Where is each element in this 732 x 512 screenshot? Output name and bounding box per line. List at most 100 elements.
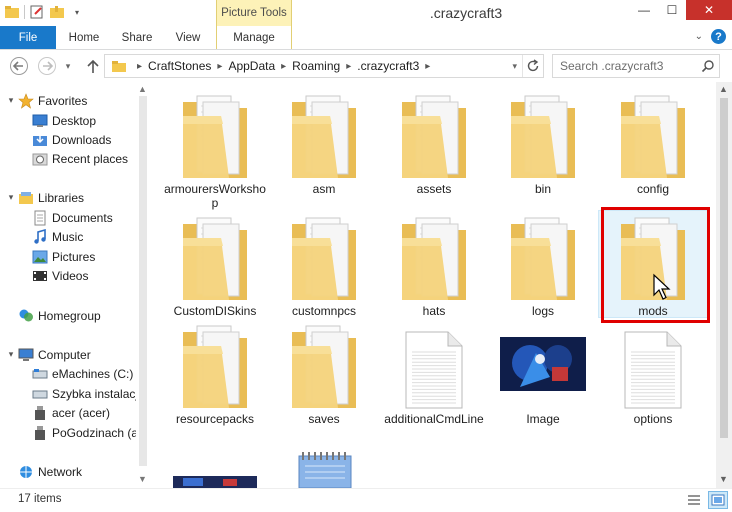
folder-item[interactable]: CustomDISkins — [162, 210, 268, 318]
nav-item-music[interactable]: Music — [32, 227, 83, 246]
breadcrumb-crazycraft3[interactable]: .crazycraft3 — [357, 59, 419, 73]
computer-icon — [18, 347, 34, 363]
tab-view[interactable]: View — [164, 26, 212, 49]
tab-manage[interactable]: Manage — [216, 26, 292, 49]
nav-item-drive-c[interactable]: eMachines (C:) — [32, 364, 133, 383]
search-input[interactable]: Search .crazycraft3 — [552, 54, 720, 78]
back-button[interactable] — [8, 55, 30, 77]
folder-icon — [162, 210, 268, 302]
status-bar: 17 items — [0, 488, 732, 512]
nav-item-drive-pogodzinach[interactable]: PoGodzinach (ac — [32, 423, 144, 442]
chevron-down-icon[interactable]: ▾ — [6, 190, 16, 206]
breadcrumb-roaming[interactable]: Roaming — [292, 59, 340, 73]
forward-button[interactable] — [36, 55, 58, 77]
scroll-up-icon[interactable]: ▲ — [719, 84, 728, 94]
scroll-thumb[interactable] — [720, 98, 728, 438]
chevron-right-icon: ▸ — [346, 60, 352, 72]
details-view-button[interactable] — [684, 491, 704, 509]
scroll-down-icon[interactable]: ▼ — [138, 474, 147, 484]
recent-locations-icon[interactable]: ▾ — [62, 55, 74, 77]
folder-item[interactable]: resourcepacks — [162, 318, 268, 426]
ribbon: File Home Share View Manage ⌄ ? — [0, 26, 732, 50]
folder-icon — [490, 210, 596, 302]
nav-item-drive-szybka[interactable]: Szybka instalacja — [32, 384, 145, 403]
nav-item-documents[interactable]: Documents — [32, 208, 113, 227]
close-button[interactable]: ✕ — [686, 0, 732, 20]
desktop-icon — [32, 113, 48, 129]
expand-ribbon-icon[interactable]: ⌄ — [695, 31, 703, 42]
folder-item[interactable]: logs — [490, 210, 596, 318]
navigation-scrollbar[interactable]: ▲ ▼ — [136, 82, 150, 488]
image-item[interactable] — [162, 430, 268, 488]
nav-item-network[interactable]: Network — [18, 462, 82, 481]
help-icon[interactable]: ? — [711, 29, 726, 44]
quick-access-toolbar: ▾ — [4, 4, 85, 20]
file-item[interactable]: additionalCmdLine — [381, 318, 487, 426]
recent-places-icon — [32, 151, 48, 167]
nav-item-downloads[interactable]: Downloads — [32, 130, 111, 149]
folder-item[interactable]: asm — [271, 88, 377, 196]
window-title: .crazycraft3 — [429, 5, 503, 21]
text-file-icon — [600, 318, 706, 410]
folder-item[interactable]: bin — [490, 88, 596, 196]
scroll-thumb[interactable] — [139, 96, 147, 466]
star-icon — [18, 92, 34, 109]
homegroup-icon — [18, 308, 34, 324]
refresh-button[interactable] — [522, 55, 542, 77]
folder-item[interactable]: assets — [381, 88, 487, 196]
usb-drive-icon — [32, 425, 48, 441]
nav-item-computer[interactable]: ▾ Computer — [6, 345, 91, 364]
nav-item-pictures[interactable]: Pictures — [32, 247, 95, 266]
mouse-cursor-icon — [652, 273, 672, 304]
chevron-right-icon: ▸ — [425, 60, 431, 72]
folder-icon[interactable] — [4, 4, 20, 20]
maximize-button[interactable]: ☐ — [658, 0, 686, 20]
large-icons-view-button[interactable] — [708, 491, 728, 509]
folder-icon — [111, 60, 127, 73]
search-icon[interactable] — [701, 59, 715, 76]
drive-icon — [32, 386, 48, 402]
nav-item-favorites[interactable]: ▾ Favorites — [6, 91, 87, 110]
folder-icon — [271, 210, 377, 302]
folder-item[interactable]: hats — [381, 210, 487, 318]
folder-item[interactable]: config — [600, 88, 706, 196]
item-count: 17 items — [18, 493, 62, 505]
downloads-icon — [32, 132, 48, 148]
folder-icon — [162, 318, 268, 410]
file-item[interactable]: options — [600, 318, 706, 426]
image-item[interactable]: Image — [490, 318, 596, 426]
nav-item-videos[interactable]: Videos — [32, 266, 88, 285]
notepad-item[interactable] — [271, 430, 377, 488]
address-bar[interactable]: ▸ CraftStones ▸ AppData ▸ Roaming ▸ .cra… — [104, 54, 544, 78]
properties-icon[interactable] — [29, 4, 45, 20]
breadcrumb-appdata[interactable]: AppData — [228, 59, 275, 73]
tab-file[interactable]: File — [0, 26, 56, 49]
folder-item[interactable]: armourersWorkshop — [162, 88, 268, 210]
chevron-down-icon[interactable]: ▾ — [6, 93, 16, 109]
folder-icon — [271, 318, 377, 410]
folder-item[interactable]: saves — [271, 318, 377, 426]
nav-item-libraries[interactable]: ▾ Libraries — [6, 188, 84, 207]
address-row: ▾ ▸ CraftStones ▸ AppData ▸ Roaming ▸ .c… — [0, 50, 732, 82]
breadcrumb-craftstones[interactable]: CraftStones — [148, 59, 211, 73]
chevron-right-icon: ▸ — [217, 60, 223, 72]
image-thumbnail — [490, 318, 596, 410]
minimize-button[interactable]: — — [630, 0, 658, 20]
nav-item-drive-acer[interactable]: acer (acer) — [32, 403, 110, 422]
scroll-up-icon[interactable]: ▲ — [138, 84, 147, 94]
nav-item-homegroup[interactable]: Homegroup — [18, 306, 101, 325]
tab-share[interactable]: Share — [112, 26, 162, 49]
chevron-right-icon: ▸ — [281, 60, 287, 72]
new-folder-icon[interactable] — [49, 4, 65, 20]
customize-dropdown-icon[interactable]: ▾ — [69, 4, 85, 20]
folder-item[interactable]: customnpcs — [271, 210, 377, 318]
drive-icon — [32, 366, 48, 382]
nav-item-desktop[interactable]: Desktop — [32, 111, 96, 130]
nav-item-recent-places[interactable]: Recent places — [32, 149, 128, 168]
content-scrollbar[interactable]: ▲ ▼ — [716, 82, 732, 488]
up-button[interactable] — [82, 55, 104, 77]
tab-home[interactable]: Home — [58, 26, 110, 49]
chevron-down-icon[interactable]: ▾ — [6, 347, 16, 363]
scroll-down-icon[interactable]: ▼ — [719, 474, 728, 484]
address-dropdown-icon[interactable]: ▾ — [512, 61, 517, 72]
